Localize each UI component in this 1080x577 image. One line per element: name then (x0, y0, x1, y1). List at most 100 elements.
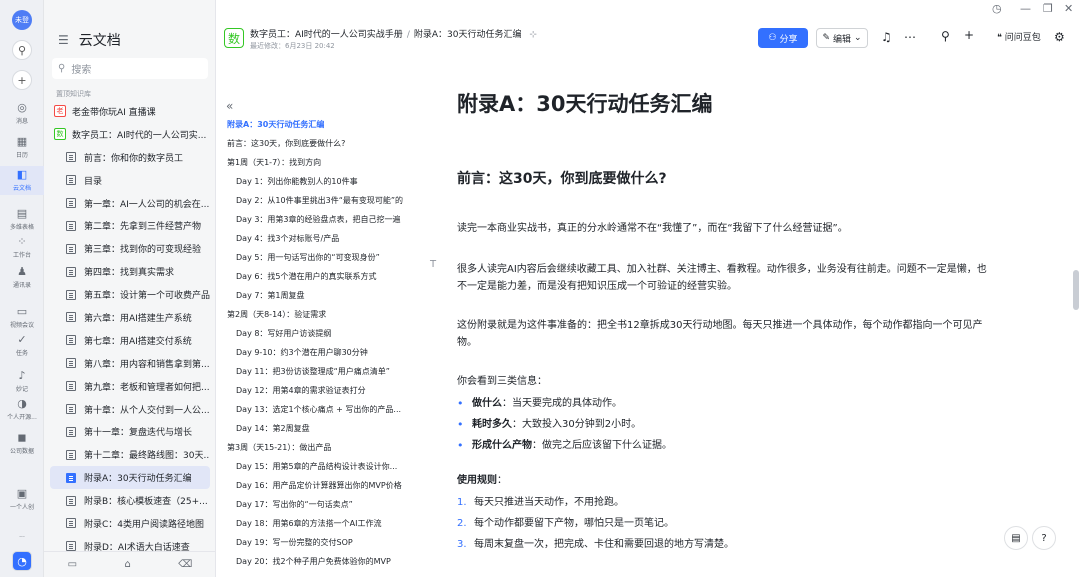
rail-item-2[interactable]: ◧ 云文档 (0, 166, 44, 195)
trash-icon[interactable]: ⌫ (178, 559, 192, 570)
restore-icon[interactable]: ❐ (1043, 2, 1053, 15)
rail-item-9[interactable]: ◑ 个人开源... (0, 398, 44, 422)
outline-item[interactable]: Day 3：用第3章的经验盘点表，把自己挖一遍 (216, 210, 420, 229)
bullet-item: • 耗时多久 ：大致投入30分钟到2小时。 (457, 414, 987, 435)
add-icon[interactable]: + (12, 70, 32, 90)
item-text: 每天只推进当天动作，不用抢跑。 (474, 497, 624, 508)
sidebar-tree-item[interactable]: 前言：你和你的数字员工 (50, 146, 210, 169)
menu-icon[interactable]: ☰ (58, 33, 69, 47)
share-icon: ⚇ (768, 33, 777, 43)
sidebar-tree-item[interactable]: 老老金带你玩AI 直播课 (50, 100, 210, 123)
search-icon[interactable]: ⚲ (12, 40, 32, 60)
rail-item-11[interactable]: ▣ 一个人创 (0, 488, 44, 512)
doc-icon (66, 312, 76, 323)
outline-item[interactable]: Day 9-10：约3个潜在用户聊30分钟 (216, 343, 420, 362)
collapse-outline-icon[interactable]: « (226, 99, 233, 113)
sidebar-tree-item[interactable]: 第十章：从个人交付到一人公... (50, 398, 210, 421)
more-icon[interactable]: ··· (0, 534, 44, 541)
ai-assistant-button[interactable]: ❝ 问问豆包 (997, 30, 1041, 43)
app-logo-icon[interactable]: ◔ (12, 551, 32, 571)
outline-item[interactable]: Day 8：写好用户访谈提纲 (216, 324, 420, 343)
outline-item[interactable]: Day 2：从10件事里挑出3件“最有变现可能”的 (216, 191, 420, 210)
outline-item[interactable]: Day 1：列出你能教别人的10件事 (216, 172, 420, 191)
outline-item[interactable]: Day 19：写一份完整的交付SOP (216, 533, 420, 552)
sidebar-tree-item[interactable]: 第五章：设计第一个可收费产品 (50, 283, 210, 306)
sidebar-tree-item[interactable]: 第三章：找到你的可变现经验 (50, 237, 210, 260)
outline-item[interactable]: Day 16：用产品定价计算器算出你的MVP价格 (216, 476, 420, 495)
bullet-desc: ：做完之后应该留下什么证据。 (532, 440, 672, 451)
outline-item[interactable]: Day 5：用一句话写出你的“可变现身份” (216, 248, 420, 267)
rail-item-4[interactable]: ⁘ 工作台 (0, 236, 44, 260)
sidebar-tree-item[interactable]: 第二章：先拿到三件经营产物 (50, 214, 210, 237)
outline-item[interactable]: Day 14：第2周复盘 (216, 419, 420, 438)
archive-icon[interactable]: ▭ (68, 559, 77, 570)
outline-item[interactable]: Day 18：用第6章的方法搭一个AI工作流 (216, 514, 420, 533)
sidebar-tree-item[interactable]: 第八章：用内容和销售拿到第... (50, 352, 210, 375)
sidebar-tree-item[interactable]: 数数字员工：AI时代的一人公司实... (50, 123, 210, 146)
close-icon[interactable]: ✕ (1064, 2, 1073, 15)
doc-icon (66, 449, 76, 460)
sidebar-tree-item[interactable]: 第十二章：最终路线图：30天... (50, 443, 210, 466)
outline-item[interactable]: Day 20：找2个种子用户免费体验你的MVP (216, 552, 420, 571)
sidebar-tree-item[interactable]: 第十一章：复盘迭代与增长 (50, 420, 210, 443)
outline-item[interactable]: 前言：这30天，你到底要做什么? (216, 134, 420, 153)
sidebar-tree-item[interactable]: 第六章：用AI搭建生产系统 (50, 306, 210, 329)
rail-item-7[interactable]: ✓ 任务 (0, 333, 44, 358)
outline-item[interactable]: 附录A：30天行动任务汇编 (216, 115, 420, 134)
search-input[interactable]: ⚲ 搜索 (52, 58, 208, 79)
pin-icon[interactable]: ⊹ (529, 30, 537, 40)
sidebar-tree-item[interactable]: 目录 (50, 169, 210, 192)
sidebar-tree-item[interactable]: 附录C：4类用户阅读路径地图 (50, 512, 210, 535)
doc-icon (66, 220, 76, 231)
outline-item[interactable]: 第2周（天8-14）：验证需求 (216, 305, 420, 324)
outline-item[interactable]: Day 12：用第4章的需求验证表打分 (216, 381, 420, 400)
add-icon[interactable]: + (964, 28, 974, 42)
rail-item-10[interactable]: ◼ 公司数据 (0, 432, 44, 456)
doc-toolbar: 数 数字员工：AI时代的一人公司实战手册 / 附录A：30天行动任务汇编 ⊹ 最近修… (216, 20, 1080, 56)
doc-icon (66, 472, 76, 483)
comment-icon[interactable]: ▤ (1004, 526, 1028, 550)
sidebar-tree-item[interactable]: 第一章：AI一人公司的机会在... (50, 192, 210, 215)
rail-item-6[interactable]: ▭ 视频会议 (0, 306, 44, 330)
outline-item[interactable]: Day 11：把3份访谈整理成“用户痛点清单” (216, 362, 420, 381)
history-icon[interactable]: ◷ (992, 2, 1002, 15)
bell-icon[interactable]: ♫ (881, 30, 892, 44)
rail-item-3[interactable]: ▤ 多维表格 (0, 208, 44, 232)
cloud-doc-icon: ◧ (16, 168, 28, 181)
outline-item[interactable]: Day 6：找5个潜在用户的真实联系方式 (216, 267, 420, 286)
settings-icon[interactable]: ⚙ (1054, 30, 1065, 44)
edit-mode-button[interactable]: ✎ 编辑 ⌄ (816, 28, 868, 48)
rail-item-1[interactable]: ▦ 日历 (0, 136, 44, 160)
breadcrumb-wiki[interactable]: 数字员工：AI时代的一人公司实战手册 (250, 30, 403, 40)
bullet-dot: • (457, 418, 464, 431)
minimize-icon[interactable]: — (1020, 2, 1031, 15)
sidebar-item-label: 老金带你玩AI 直播课 (72, 107, 156, 118)
task-icon: ✓ (17, 333, 27, 346)
outline-item[interactable]: Day 15：用第5章的产品结构设计表设计你... (216, 457, 420, 476)
outline-item[interactable]: 第3周（天15-21）：做出产品 (216, 438, 420, 457)
breadcrumb-doc[interactable]: 附录A：30天行动任务汇编 (414, 30, 522, 40)
lock-icon[interactable]: ⌂ (124, 559, 130, 570)
outline-item[interactable]: Day 17：写出你的“一句话卖点” (216, 495, 420, 514)
text-block-handle-icon[interactable]: T (430, 259, 436, 270)
help-icon[interactable]: ? (1032, 526, 1056, 550)
outline-item[interactable]: Day 7：第1周复盘 (216, 286, 420, 305)
rail-item-5[interactable]: ♟ 通讯录 (0, 266, 44, 290)
sidebar-tree-item[interactable]: 附录B：核心模板速查（25+... (50, 489, 210, 512)
more-icon[interactable]: ⋯ (904, 30, 916, 44)
outline-item[interactable]: Day 13：选定1个核心痛点 + 写出你的产品... (216, 400, 420, 419)
avatar[interactable]: 未登 (12, 10, 32, 30)
sidebar-tree-item[interactable]: 第七章：用AI搭建交付系统 (50, 329, 210, 352)
outline-item[interactable]: Day 4：找3个对标账号/产品 (216, 229, 420, 248)
sidebar-tree-item[interactable]: 第九章：老板和管理者如何把... (50, 375, 210, 398)
rail-item-label: 视频会议 (9, 322, 34, 329)
rail-item-8[interactable]: ♪ 妙记 (0, 370, 44, 394)
sidebar-tree-item[interactable]: 第四章：找到真实需求 (50, 260, 210, 283)
rail-item-0[interactable]: ◎ 消息 (0, 102, 44, 126)
search-icon[interactable]: ⚲ (941, 29, 950, 43)
sidebar-tree-item[interactable]: 附录A：30天行动任务汇编 (50, 466, 210, 490)
item-text: 每个动作都要留下产物，哪怕只是一页笔记。 (474, 518, 674, 529)
scrollbar-thumb[interactable] (1073, 270, 1079, 310)
outline-item[interactable]: 第1周（天1-7）：找到方向 (216, 153, 420, 172)
share-button[interactable]: ⚇ 分享 (758, 28, 808, 48)
